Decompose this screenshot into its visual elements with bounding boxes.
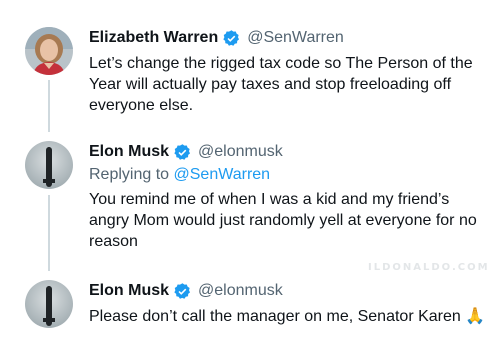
reply-mention-link[interactable]: @SenWarren	[174, 166, 271, 183]
person-photo-avatar-icon	[25, 27, 73, 75]
avatar-musk[interactable]	[25, 141, 73, 189]
watermark: ILDONALDO.COM	[368, 262, 490, 273]
verified-badge-icon	[223, 29, 240, 46]
tweet-content: Elizabeth Warren @SenWarren Let’s change…	[89, 28, 490, 116]
tweet-text: You remind me of when I was a kid and my…	[89, 191, 477, 250]
tweet-header: Elon Musk @elonmusk	[89, 142, 490, 162]
author-handle[interactable]: @elonmusk	[198, 281, 283, 301]
tweet-text: Let’s change the rigged tax code so The …	[89, 55, 473, 114]
tweet-header: Elizabeth Warren @SenWarren	[89, 28, 490, 48]
rocket-photo-avatar-icon	[25, 141, 73, 189]
thread-connector	[48, 80, 50, 132]
tweet-header: Elon Musk @elonmusk	[89, 281, 490, 301]
replying-to-label: Replying to	[89, 166, 170, 183]
tweet-content: Elon Musk @elonmusk Please don’t call th…	[89, 281, 490, 327]
verified-badge-icon	[174, 143, 191, 160]
avatar-musk[interactable]	[25, 280, 73, 328]
avatar-warren[interactable]	[25, 27, 73, 75]
author-name[interactable]: Elon Musk	[89, 281, 169, 301]
tweet-text: Please don’t call the manager on me, Sen…	[89, 308, 486, 325]
tweet-thread: Elizabeth Warren @SenWarren Let’s change…	[0, 0, 500, 355]
replying-to: Replying to @SenWarren	[89, 165, 490, 185]
rocket-photo-avatar-icon	[25, 280, 73, 328]
author-handle[interactable]: @SenWarren	[247, 28, 344, 48]
verified-badge-icon	[174, 282, 191, 299]
author-name[interactable]: Elizabeth Warren	[89, 28, 218, 48]
author-handle[interactable]: @elonmusk	[198, 142, 283, 162]
author-name[interactable]: Elon Musk	[89, 142, 169, 162]
tweet-content: Elon Musk @elonmusk Replying to @SenWarr…	[89, 142, 490, 252]
thread-connector	[48, 195, 50, 271]
